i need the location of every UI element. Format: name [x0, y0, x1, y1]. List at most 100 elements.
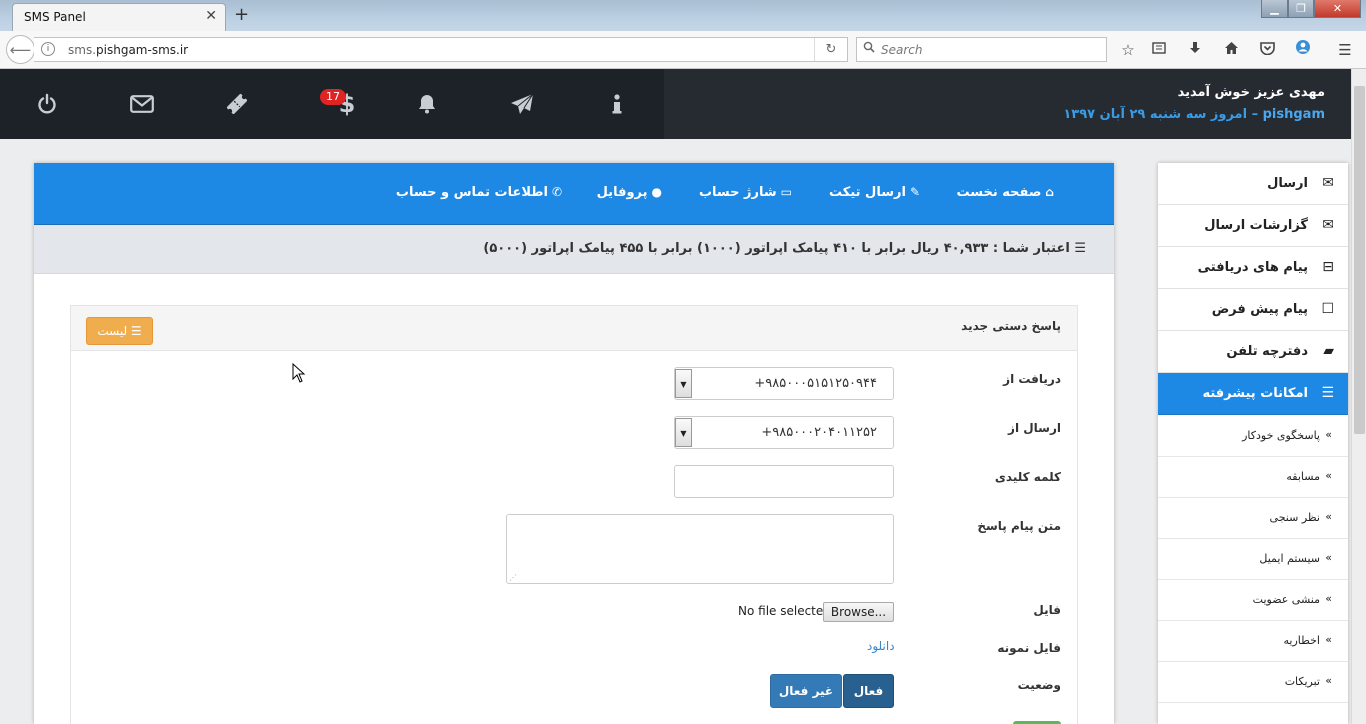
chevron-double-icon: »	[1325, 510, 1332, 523]
status-label: وضعیت	[1017, 678, 1061, 692]
url-text: sms.pishgam-sms.ir	[68, 43, 189, 57]
reply-text-label: متن پیام پاسخ	[977, 519, 1061, 533]
nav-profile[interactable]: ●پروفایل	[597, 185, 662, 200]
mail-icon[interactable]	[122, 89, 162, 119]
book-icon: ▰	[1323, 343, 1334, 359]
sidebar-item-advanced-features[interactable]: ☰ امکانات پیشرفته	[1158, 373, 1348, 415]
square-icon: ☐	[1321, 301, 1334, 317]
url-bar[interactable]: i sms.pishgam-sms.ir ↻	[34, 37, 848, 62]
sidebar-item-send[interactable]: ✉ ارسال	[1158, 163, 1348, 205]
search-icon	[863, 41, 875, 56]
credit-text: ☰ اعتبار شما : ۴۰,۹۳۳ ریال برابر با ۴۱۰ …	[483, 241, 1086, 256]
envelope-icon: ✉	[1322, 175, 1334, 191]
chevron-double-icon: »	[1325, 633, 1332, 646]
bell-icon[interactable]	[407, 89, 447, 119]
reply-text-textarea[interactable]: ⋰	[506, 514, 894, 584]
sidebar-subitem-contest[interactable]: » مسابقه	[1158, 457, 1348, 498]
receive-from-value: +۹۸۵۰۰۰۵۱۵۱۲۵۰۹۴۴	[754, 376, 877, 391]
reading-list-icon[interactable]	[1148, 39, 1170, 61]
browse-button[interactable]: Browse...	[823, 602, 894, 622]
envelope-outline-icon: ✉	[1322, 217, 1334, 233]
account-icon[interactable]	[1292, 39, 1314, 61]
site-info-icon[interactable]: i	[41, 42, 55, 56]
sample-file-label: فایل نمونه	[997, 641, 1061, 655]
send-from-label: ارسال از	[1008, 421, 1061, 435]
sidebar: ✉ ارسال ✉ گزارشات ارسال ⊟ پیام های دریاف…	[1158, 163, 1348, 724]
browser-titlebar: SMS Panel ✕ + ▁ ❐ ✕	[0, 0, 1366, 31]
window-maximize-button[interactable]: ❐	[1288, 0, 1314, 18]
sidebar-subitem-auto-reply[interactable]: » پاسخگوی خودکار	[1158, 416, 1348, 457]
welcome-text: مهدی عزیز خوش آمدید	[1177, 85, 1325, 100]
nav-home[interactable]: ⌂صفحه نخست	[956, 185, 1054, 200]
sidebar-subitem-poll[interactable]: » نظر سنجی	[1158, 498, 1348, 539]
tab-close-icon[interactable]: ✕	[205, 8, 217, 24]
window-close-button[interactable]: ✕	[1314, 0, 1361, 18]
auto-reply-form: پاسخ دستی جدید ☰ لیست دریافت از ▼ +۹۸۵۰۰…	[70, 305, 1078, 724]
sidebar-item-phonebook[interactable]: ▰ دفترچه تلفن	[1158, 331, 1348, 373]
file-label: فایل	[1033, 603, 1061, 617]
sidebar-item-received-messages[interactable]: ⊟ پیام های دریافتی	[1158, 247, 1348, 289]
chevron-double-icon: »	[1325, 674, 1332, 687]
scrollbar-thumb[interactable]	[1354, 86, 1365, 434]
download-link[interactable]: دانلود	[867, 639, 895, 653]
resize-grip-icon[interactable]: ⋰	[509, 573, 517, 582]
phone-icon: ✆	[551, 185, 562, 199]
list-button[interactable]: ☰ لیست	[86, 317, 153, 345]
keyword-label: کلمه کلیدی	[994, 470, 1061, 484]
user-icon: ●	[651, 185, 662, 199]
notification-badge: 17	[320, 89, 346, 105]
nav-charge-account[interactable]: ▭شارژ حساب	[699, 185, 792, 200]
credit-card-icon: ▭	[780, 185, 792, 199]
browser-tab[interactable]: SMS Panel ✕	[12, 3, 226, 31]
pocket-icon[interactable]	[1256, 39, 1278, 61]
window-minimize-button[interactable]: ▁	[1261, 0, 1288, 18]
form-title: پاسخ دستی جدید	[961, 319, 1061, 333]
date-text: – امروز سه شنبه ۲۹ آبان ۱۳۹۷	[1063, 107, 1259, 122]
keyword-input[interactable]	[674, 465, 894, 498]
new-tab-button[interactable]: +	[234, 4, 249, 25]
sidebar-subitem-membership-secretary[interactable]: » منشی عضویت	[1158, 580, 1348, 621]
inactive-button[interactable]: غیر فعال	[770, 674, 842, 708]
chevron-down-icon[interactable]: ▼	[675, 418, 692, 447]
browser-search-input[interactable]: Search	[856, 37, 1107, 62]
sidebar-subitem-email-system[interactable]: » سیستم ایمیل	[1158, 539, 1348, 580]
main-panel: ⌂صفحه نخست ✎ارسال تیکت ▭شارژ حساب ●پروفا…	[34, 163, 1114, 724]
browser-navbar: ⟵ i sms.pishgam-sms.ir ↻ Search ☆ ☰	[0, 31, 1366, 69]
info-icon[interactable]	[597, 89, 637, 119]
reload-icon[interactable]: ↻	[814, 38, 847, 61]
top-navigation: ⌂صفحه نخست ✎ارسال تیکت ▭شارژ حساب ●پروفا…	[34, 163, 1114, 225]
nav-send-ticket[interactable]: ✎ارسال تیکت	[829, 185, 920, 200]
username[interactable]: pishgam	[1263, 107, 1325, 122]
list-icon: ☰	[1321, 385, 1334, 401]
ticket-icon[interactable]	[217, 89, 257, 119]
page-scrollbar[interactable]	[1351, 69, 1366, 724]
no-file-text: No file selected.	[738, 604, 835, 618]
send-icon[interactable]	[502, 89, 542, 119]
download-icon[interactable]	[1184, 39, 1206, 61]
database-icon: ☰	[1074, 241, 1086, 256]
chevron-double-icon: »	[1325, 469, 1332, 482]
sidebar-subitem-notice[interactable]: » اخطاریه	[1158, 621, 1348, 662]
sidebar-item-send-reports[interactable]: ✉ گزارشات ارسال	[1158, 205, 1348, 247]
list-icon: ☰	[130, 324, 142, 338]
sidebar-subitem-greetings[interactable]: » تبریکات	[1158, 662, 1348, 703]
nav-contact-info[interactable]: ✆اطلاعات تماس و حساب	[396, 185, 562, 200]
receive-from-select[interactable]: ▼ +۹۸۵۰۰۰۵۱۵۱۲۵۰۹۴۴	[674, 367, 894, 400]
chevron-double-icon: »	[1325, 428, 1332, 441]
back-arrow-icon[interactable]: ⟵	[6, 35, 35, 64]
bookmark-star-icon[interactable]: ☆	[1117, 39, 1139, 61]
send-from-select[interactable]: ▼ +۹۸۵۰۰۰۲۰۴۰۱۱۲۵۲	[674, 416, 894, 449]
page-header: مهدی عزیز خوش آمدید pishgam – امروز سه ش…	[0, 69, 1351, 139]
form-header: پاسخ دستی جدید ☰ لیست	[71, 306, 1077, 351]
menu-hamburger-icon[interactable]: ☰	[1334, 39, 1356, 61]
power-icon[interactable]	[27, 89, 67, 119]
tab-title: SMS Panel	[24, 10, 86, 24]
chevron-double-icon: »	[1325, 592, 1332, 605]
chevron-down-icon[interactable]: ▼	[675, 369, 692, 398]
send-from-value: +۹۸۵۰۰۰۲۰۴۰۱۱۲۵۲	[761, 425, 877, 440]
sidebar-item-default-message[interactable]: ☐ پیام پیش فرض	[1158, 289, 1348, 331]
inbox-icon: ⊟	[1322, 259, 1334, 275]
home-icon[interactable]	[1220, 39, 1242, 61]
header-user-panel: مهدی عزیز خوش آمدید pishgam – امروز سه ش…	[664, 69, 1351, 139]
active-button[interactable]: فعال	[843, 674, 894, 708]
